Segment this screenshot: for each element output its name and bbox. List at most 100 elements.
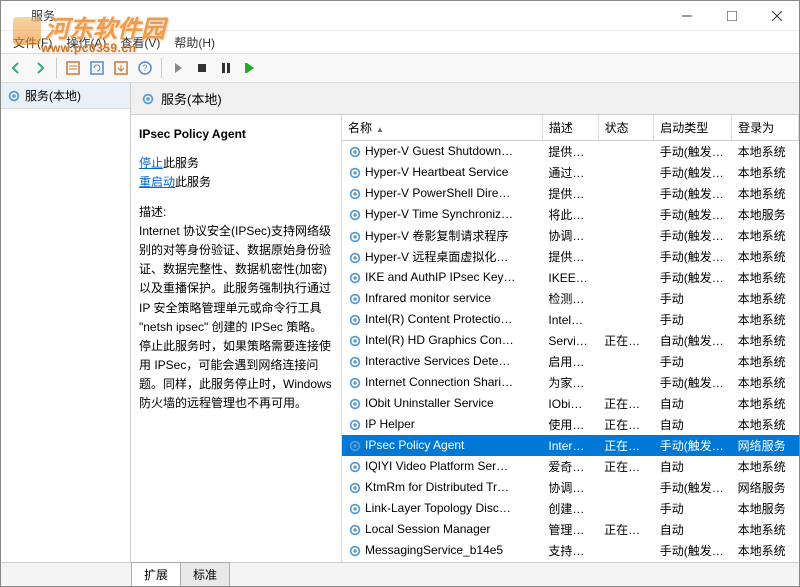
table-row[interactable]: IP Helper使用…正在…自动本地系统: [342, 414, 799, 435]
cell-status: [598, 498, 654, 519]
table-row[interactable]: KtmRm for Distributed Tr…协调…手动(触发…网络服务: [342, 477, 799, 498]
table-row[interactable]: Hyper-V PowerShell Dire…提供…手动(触发…本地系统: [342, 183, 799, 204]
back-button[interactable]: [5, 57, 27, 79]
table-row[interactable]: Infrared monitor service检测…手动本地系统: [342, 288, 799, 309]
table-row[interactable]: IKE and AuthIP IPsec Key…IKEE…手动(触发…本地系统: [342, 267, 799, 288]
cell-status: [598, 540, 654, 561]
cell-logon: 本地服务: [732, 204, 799, 225]
detail-pane: IPsec Policy Agent 停止此服务 重启动此服务 描述: Inte…: [131, 115, 341, 586]
export-button[interactable]: [110, 57, 132, 79]
start-service-button[interactable]: [167, 57, 189, 79]
cell-name: Infrared monitor service: [342, 288, 542, 309]
maximize-button[interactable]: [709, 1, 754, 31]
selected-service-title: IPsec Policy Agent: [139, 125, 333, 144]
cell-startup: 手动(触发…: [654, 435, 732, 456]
cell-name: IKE and AuthIP IPsec Key…: [342, 267, 542, 288]
bottom-tabs: 扩展 标准: [1, 562, 799, 586]
cell-desc: 使用…: [542, 414, 598, 435]
table-row[interactable]: Internet Connection Shari…为家…手动(触发…本地系统: [342, 372, 799, 393]
cell-desc: IKEE…: [542, 267, 598, 288]
pane-header: 服务(本地): [131, 83, 799, 115]
cell-name: Intel(R) Content Protectio…: [342, 309, 542, 330]
col-name[interactable]: 名称▲: [342, 115, 542, 141]
tree-root-node[interactable]: 服务(本地): [1, 83, 130, 109]
cell-name: KtmRm for Distributed Tr…: [342, 477, 542, 498]
properties-button[interactable]: [62, 57, 84, 79]
services-icon: [141, 92, 155, 106]
service-list[interactable]: 名称▲ 描述 状态 启动类型 登录为 Hyper-V Guest Shutdow…: [341, 115, 799, 586]
col-status[interactable]: 状态: [598, 115, 654, 141]
refresh-button[interactable]: [86, 57, 108, 79]
cell-startup: 自动: [654, 414, 732, 435]
cell-status: 正在…: [598, 393, 654, 414]
cell-name: IPsec Policy Agent: [342, 435, 542, 456]
cell-desc: 提供…: [542, 183, 598, 204]
col-startup[interactable]: 启动类型: [654, 115, 732, 141]
table-row[interactable]: Hyper-V 远程桌面虚拟化…提供…手动(触发…本地系统: [342, 246, 799, 267]
cell-name: IQIYI Video Platform Ser…: [342, 456, 542, 477]
cell-desc: 协调…: [542, 225, 598, 246]
table-row[interactable]: Link-Layer Topology Disc…创建…手动本地服务: [342, 498, 799, 519]
cell-desc: 将此…: [542, 204, 598, 225]
table-row[interactable]: Interactive Services Dete…启用…手动本地系统: [342, 351, 799, 372]
table-row[interactable]: IQIYI Video Platform Ser…爱奇…正在…自动本地系统: [342, 456, 799, 477]
cell-startup: 自动: [654, 519, 732, 540]
stop-service-button[interactable]: [191, 57, 213, 79]
table-row[interactable]: Intel(R) Content Protectio…Intel…手动本地系统: [342, 309, 799, 330]
forward-button[interactable]: [29, 57, 51, 79]
cell-name: Local Session Manager: [342, 519, 542, 540]
cell-desc: Inter…: [542, 435, 598, 456]
cell-name: MessagingService_b14e5: [342, 540, 542, 561]
tab-extended[interactable]: 扩展: [131, 562, 181, 586]
cell-startup: 手动(触发…: [654, 141, 732, 163]
cell-desc: 提供…: [542, 246, 598, 267]
cell-desc: 管理…: [542, 519, 598, 540]
menu-help[interactable]: 帮助(H): [168, 32, 221, 53]
table-row[interactable]: Hyper-V 卷影复制请求程序协调…手动(触发…本地系统: [342, 225, 799, 246]
cell-status: 正在…: [598, 435, 654, 456]
table-row[interactable]: Hyper-V Guest Shutdown…提供…手动(触发…本地系统: [342, 141, 799, 163]
cell-status: 正在…: [598, 456, 654, 477]
cell-logon: 本地系统: [732, 519, 799, 540]
col-logon[interactable]: 登录为: [732, 115, 799, 141]
table-row[interactable]: Hyper-V Time Synchroniz…将此…手动(触发…本地服务: [342, 204, 799, 225]
cell-desc: 为家…: [542, 372, 598, 393]
pause-service-button[interactable]: [215, 57, 237, 79]
col-desc[interactable]: 描述: [542, 115, 598, 141]
cell-logon: 本地系统: [732, 309, 799, 330]
service-description: Internet 协议安全(IPSec)支持网络级别的对等身份验证、数据原始身份…: [139, 222, 333, 414]
cell-status: 正在…: [598, 519, 654, 540]
cell-startup: 手动: [654, 498, 732, 519]
table-row[interactable]: MessagingService_b14e5支持…手动(触发…本地系统: [342, 540, 799, 561]
cell-status: [598, 309, 654, 330]
tree-root-label: 服务(本地): [25, 87, 81, 104]
menu-action[interactable]: 操作(A): [60, 32, 112, 53]
cell-logon: 本地系统: [732, 141, 799, 163]
cell-name: IP Helper: [342, 414, 542, 435]
stop-link[interactable]: 停止: [139, 156, 163, 170]
restart-service-button[interactable]: [239, 57, 261, 79]
table-row[interactable]: Hyper-V Heartbeat Service通过…手动(触发…本地系统: [342, 162, 799, 183]
desc-label: 描述:: [139, 203, 333, 222]
table-row[interactable]: Local Session Manager管理…正在…自动本地系统: [342, 519, 799, 540]
menu-file[interactable]: 文件(F): [7, 32, 58, 53]
cell-startup: 手动(触发…: [654, 183, 732, 204]
menu-view[interactable]: 查看(V): [114, 32, 166, 53]
cell-logon: 本地系统: [732, 393, 799, 414]
cell-logon: 本地系统: [732, 162, 799, 183]
cell-desc: 启用…: [542, 351, 598, 372]
restart-link[interactable]: 重启动: [139, 175, 175, 189]
table-row[interactable]: Intel(R) HD Graphics Con…Servi…正在…自动(触发……: [342, 330, 799, 351]
close-button[interactable]: [754, 1, 799, 31]
table-row[interactable]: IPsec Policy AgentInter…正在…手动(触发…网络服务: [342, 435, 799, 456]
cell-status: [598, 351, 654, 372]
table-row[interactable]: IObit Uninstaller ServiceIObi…正在…自动本地系统: [342, 393, 799, 414]
tab-standard[interactable]: 标准: [180, 562, 230, 586]
minimize-button[interactable]: [664, 1, 709, 31]
titlebar: 服务: [1, 1, 799, 31]
cell-startup: 手动(触发…: [654, 267, 732, 288]
help-button[interactable]: ?: [134, 57, 156, 79]
cell-startup: 手动: [654, 309, 732, 330]
cell-name: Hyper-V Heartbeat Service: [342, 162, 542, 183]
cell-desc: 协调…: [542, 477, 598, 498]
